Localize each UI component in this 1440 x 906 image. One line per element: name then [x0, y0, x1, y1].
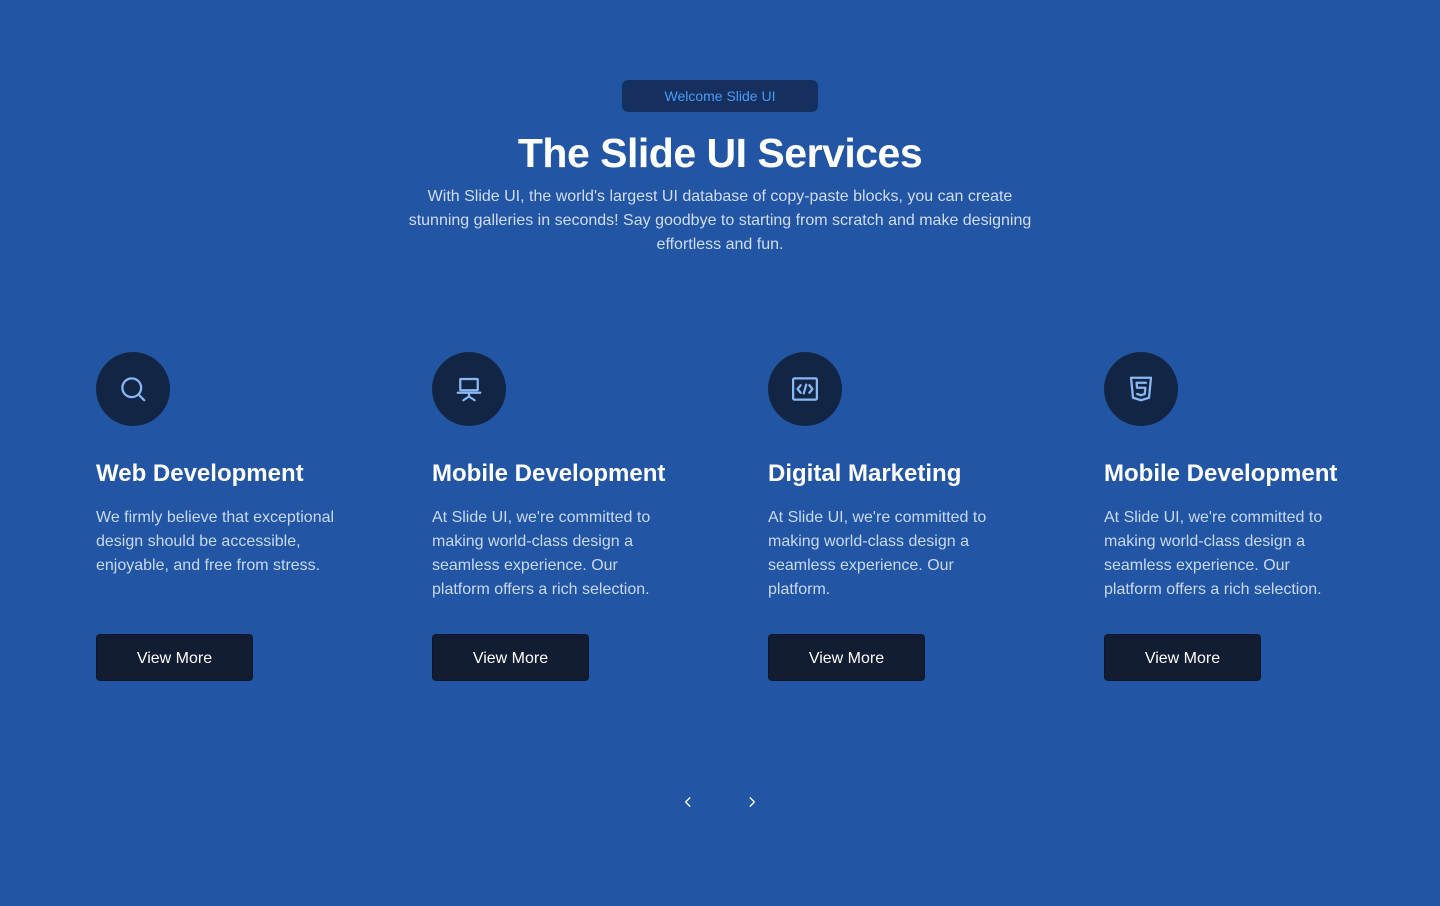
- service-icon-circle: [432, 352, 506, 426]
- card-title: Digital Marketing: [768, 460, 962, 487]
- service-card-digital-marketing: Digital Marketing At Slide UI, we're com…: [768, 352, 1028, 681]
- code-icon: [792, 377, 818, 401]
- html5-icon: [1129, 376, 1153, 402]
- view-more-button[interactable]: View More: [432, 634, 589, 681]
- view-more-button[interactable]: View More: [1104, 634, 1261, 681]
- card-description: At Slide UI, we're committed to making w…: [432, 509, 651, 598]
- page-title: The Slide UI Services: [517, 130, 923, 176]
- welcome-badge: Welcome Slide UI: [622, 80, 818, 112]
- carousel-prev-button[interactable]: [676, 790, 700, 814]
- chevron-right-icon: [749, 797, 756, 807]
- services-carousel: Web Development We firmly believe that e…: [96, 352, 1396, 692]
- card-description: We firmly believe that exceptional desig…: [96, 509, 335, 574]
- view-more-button[interactable]: View More: [96, 634, 253, 681]
- service-card-web-development: Web Development We firmly believe that e…: [96, 352, 356, 681]
- card-title: Mobile Development: [1104, 460, 1338, 487]
- card-title: Web Development: [96, 460, 304, 487]
- presentation-icon: [456, 377, 482, 402]
- service-icon-circle: [768, 352, 842, 426]
- card-description: At Slide UI, we're committed to making w…: [768, 509, 987, 598]
- service-card-mobile-development-2: Mobile Development At Slide UI, we're co…: [1104, 352, 1364, 681]
- carousel-next-button[interactable]: [740, 790, 764, 814]
- page-subtitle: With Slide UI, the world's largest UI da…: [408, 188, 1032, 253]
- service-icon-circle: [1104, 352, 1178, 426]
- view-more-button[interactable]: View More: [768, 634, 925, 681]
- service-card-mobile-development: Mobile Development At Slide UI, we're co…: [432, 352, 692, 681]
- search-icon: [121, 377, 146, 402]
- chevron-left-icon: [684, 797, 691, 807]
- service-icon-circle: [96, 352, 170, 426]
- card-description: At Slide UI, we're committed to making w…: [1104, 509, 1323, 598]
- card-title: Mobile Development: [432, 460, 666, 487]
